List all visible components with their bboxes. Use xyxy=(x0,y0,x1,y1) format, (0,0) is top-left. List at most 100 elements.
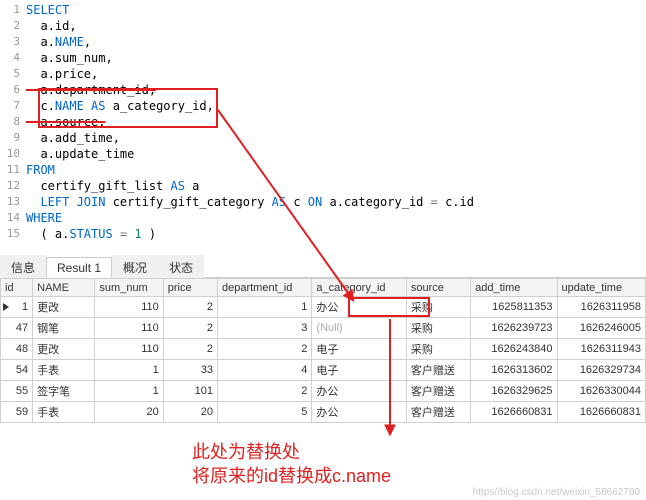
annotation-text: 此处为替换处 将原来的id替换成c.name xyxy=(192,440,391,488)
column-header-NAME[interactable]: NAME xyxy=(33,279,95,297)
cell[interactable]: 采购 xyxy=(406,297,470,318)
cell[interactable]: 3 xyxy=(217,318,311,339)
cell[interactable]: 客户赠送 xyxy=(406,381,470,402)
cell[interactable]: 1626660831 xyxy=(471,402,557,423)
cell[interactable]: 1626329734 xyxy=(557,360,645,381)
cell[interactable]: 2 xyxy=(163,339,217,360)
code-line[interactable]: a.update_time xyxy=(26,146,474,162)
cell[interactable]: 54 xyxy=(1,360,33,381)
code-line[interactable]: LEFT JOIN certify_gift_category AS c ON … xyxy=(26,194,474,210)
code-line[interactable]: ( a.STATUS = 1 ) xyxy=(26,226,474,242)
sql-editor[interactable]: 123456789101112131415 SELECT a.id, a.NAM… xyxy=(0,0,646,242)
cell[interactable]: 1626313602 xyxy=(471,360,557,381)
cell[interactable]: 110 xyxy=(95,297,163,318)
column-header-id[interactable]: id xyxy=(1,279,33,297)
cell[interactable]: 1626660831 xyxy=(557,402,645,423)
cell[interactable]: 1626311958 xyxy=(557,297,645,318)
cell[interactable]: 2 xyxy=(217,381,311,402)
cell[interactable]: 更改 xyxy=(33,339,95,360)
cell[interactable]: 签字笔 xyxy=(33,381,95,402)
cell[interactable]: 1626329625 xyxy=(471,381,557,402)
cell[interactable]: 采购 xyxy=(406,318,470,339)
cell[interactable]: 20 xyxy=(95,402,163,423)
column-header-a_category_id[interactable]: a_category_id xyxy=(312,279,406,297)
line-number: 11 xyxy=(0,162,20,178)
code-line[interactable]: a.department_id, xyxy=(26,82,474,98)
table-row[interactable]: 48更改11022电子采购16262438401626311943 xyxy=(1,339,646,360)
table-row[interactable]: 1更改11021办公采购16258113531626311958 xyxy=(1,297,646,318)
code-line[interactable]: WHERE xyxy=(26,210,474,226)
cell[interactable]: 手表 xyxy=(33,402,95,423)
column-header-source[interactable]: source xyxy=(406,279,470,297)
cell[interactable]: 钢笔 xyxy=(33,318,95,339)
line-number: 1 xyxy=(0,2,20,18)
watermark: https//blog.csdn.net/weixin_58662780 xyxy=(473,487,640,498)
cell[interactable]: 47 xyxy=(1,318,33,339)
cell[interactable]: 55 xyxy=(1,381,33,402)
cell[interactable]: 采购 xyxy=(406,339,470,360)
line-number: 10 xyxy=(0,146,20,162)
cell[interactable]: 手表 xyxy=(33,360,95,381)
cell[interactable]: 20 xyxy=(163,402,217,423)
cell[interactable]: 4 xyxy=(217,360,311,381)
line-number: 15 xyxy=(0,226,20,242)
code-line[interactable]: certify_gift_list AS a xyxy=(26,178,474,194)
table-row[interactable]: 55签字笔11012办公客户赠送16263296251626330044 xyxy=(1,381,646,402)
column-header-department_id[interactable]: department_id xyxy=(217,279,311,297)
table-row[interactable]: 47钢笔11023(Null)采购16262397231626246005 xyxy=(1,318,646,339)
line-number: 12 xyxy=(0,178,20,194)
code-line[interactable]: a.add_time, xyxy=(26,130,474,146)
code-line[interactable]: a.NAME, xyxy=(26,34,474,50)
cell[interactable]: 2 xyxy=(163,318,217,339)
cell[interactable]: 1 xyxy=(95,360,163,381)
cell[interactable]: 1626246005 xyxy=(557,318,645,339)
column-header-add_time[interactable]: add_time xyxy=(471,279,557,297)
code-line[interactable]: c.NAME AS a_category_id, xyxy=(26,98,474,114)
code-line[interactable]: FROM xyxy=(26,162,474,178)
result-grid[interactable]: idNAMEsum_numpricedepartment_ida_categor… xyxy=(0,278,646,423)
cell[interactable]: 110 xyxy=(95,339,163,360)
cell[interactable]: 1 xyxy=(95,381,163,402)
cell[interactable]: 办公 xyxy=(312,402,406,423)
cell[interactable]: 5 xyxy=(217,402,311,423)
annotation-line-1: 此处为替换处 xyxy=(192,440,391,464)
cell[interactable]: 1625811353 xyxy=(471,297,557,318)
cell[interactable]: 1626330044 xyxy=(557,381,645,402)
cell[interactable]: 1 xyxy=(217,297,311,318)
tab-概况[interactable]: 概况 xyxy=(112,255,158,278)
cell[interactable]: 2 xyxy=(163,297,217,318)
table-row[interactable]: 59手表20205办公客户赠送16266608311626660831 xyxy=(1,402,646,423)
cell[interactable]: 更改 xyxy=(33,297,95,318)
cell[interactable]: 33 xyxy=(163,360,217,381)
cell[interactable]: (Null) xyxy=(312,318,406,339)
cell[interactable]: 1626239723 xyxy=(471,318,557,339)
cell[interactable]: 101 xyxy=(163,381,217,402)
code-line[interactable]: a.sum_num, xyxy=(26,50,474,66)
cell[interactable]: 办公 xyxy=(312,381,406,402)
cell[interactable]: 1626243840 xyxy=(471,339,557,360)
column-header-sum_num[interactable]: sum_num xyxy=(95,279,163,297)
tab-result-1[interactable]: Result 1 xyxy=(46,257,112,278)
code-line[interactable]: SELECT xyxy=(26,2,474,18)
code-line[interactable]: a.id, xyxy=(26,18,474,34)
table-row[interactable]: 54手表1334电子客户赠送16263136021626329734 xyxy=(1,360,646,381)
cell[interactable]: 电子 xyxy=(312,360,406,381)
cell[interactable]: 客户赠送 xyxy=(406,360,470,381)
line-number: 14 xyxy=(0,210,20,226)
code-line[interactable]: a.price, xyxy=(26,66,474,82)
cell[interactable]: 59 xyxy=(1,402,33,423)
cell[interactable]: 电子 xyxy=(312,339,406,360)
tab-信息[interactable]: 信息 xyxy=(0,255,46,278)
cell[interactable]: 110 xyxy=(95,318,163,339)
cell[interactable]: 48 xyxy=(1,339,33,360)
cell[interactable]: 1626311943 xyxy=(557,339,645,360)
code-line[interactable]: a.source, xyxy=(26,114,474,130)
column-header-update_time[interactable]: update_time xyxy=(557,279,645,297)
cell[interactable]: 客户赠送 xyxy=(406,402,470,423)
cell[interactable]: 办公 xyxy=(312,297,406,318)
tab-状态[interactable]: 状态 xyxy=(158,255,204,278)
cell[interactable]: 1 xyxy=(1,297,33,318)
column-header-price[interactable]: price xyxy=(163,279,217,297)
cell[interactable]: 2 xyxy=(217,339,311,360)
sql-code[interactable]: SELECT a.id, a.NAME, a.sum_num, a.price,… xyxy=(26,2,474,242)
